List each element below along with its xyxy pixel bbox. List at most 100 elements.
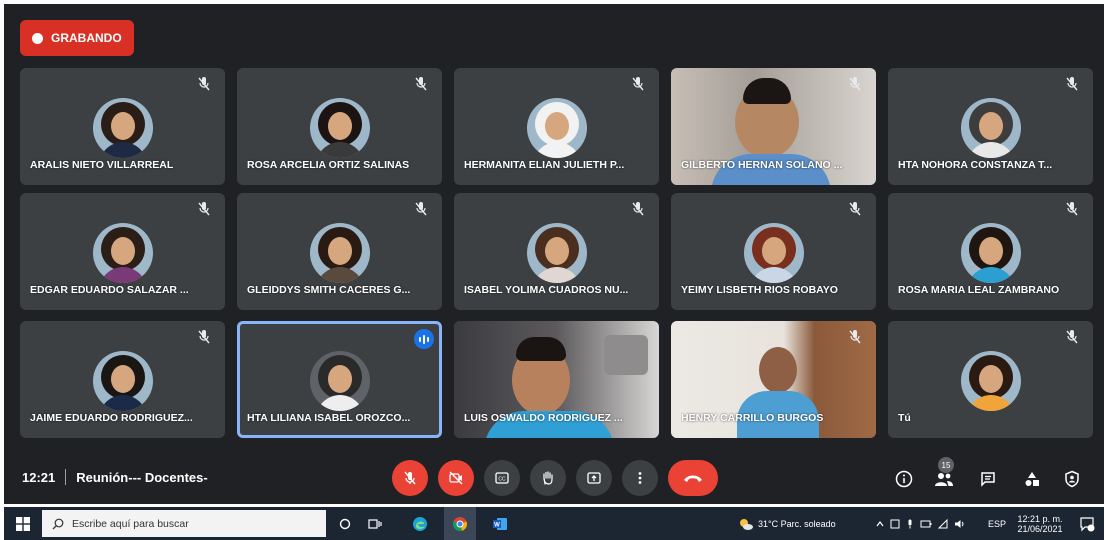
participant-tile[interactable]: HERMANITA ELIAN JULIETH P... [454, 68, 659, 185]
battery-icon [920, 520, 932, 527]
avatar-body [98, 267, 147, 283]
participants-button[interactable]: 15 [932, 457, 956, 491]
meeting-details-button[interactable] [892, 467, 916, 491]
participant-tile[interactable]: ARALIS NIETO VILLARREAL [20, 68, 225, 185]
taskbar-search-box[interactable]: Escribe aquí para buscar [42, 510, 326, 537]
weather-widget-icon[interactable] [736, 507, 756, 540]
participant-name: HTA NOHORA CONSTANZA T... [898, 159, 1053, 171]
start-button[interactable] [10, 507, 36, 540]
mic-off-icon [404, 471, 416, 485]
participant-tile[interactable]: HENRY CARRILLO BURGOS [671, 321, 876, 438]
muted-indicator [848, 201, 862, 217]
present-button[interactable] [576, 460, 612, 496]
participant-name: ARALIS NIETO VILLARREAL [30, 159, 174, 171]
edge-icon [413, 516, 427, 531]
participant-name: YEIMY LISBETH RIOS ROBAYO [681, 284, 838, 296]
network-icon [938, 518, 948, 528]
avatar-body [98, 395, 147, 411]
participant-tile[interactable]: EDGAR EDUARDO SALAZAR ... [20, 193, 225, 310]
avatar-face [327, 365, 352, 393]
participant-tile[interactable]: HTA NOHORA CONSTANZA T... [888, 68, 1093, 185]
participant-tile[interactable]: ISABEL YOLIMA CUADROS NU... [454, 193, 659, 310]
participant-tile[interactable]: LUIS OSWALDO RODRIGUEZ ... [454, 321, 659, 438]
windows-logo-icon [16, 516, 30, 531]
participant-avatar [92, 223, 153, 283]
participant-name: EDGAR EDUARDO SALAZAR ... [30, 284, 189, 296]
participant-tile[interactable]: GILBERTO HERNAN SOLANO ... [671, 68, 876, 185]
more-options-button[interactable] [622, 460, 658, 496]
search-placeholder: Escribe aquí para buscar [72, 517, 189, 530]
mic-off-icon [198, 202, 210, 216]
mic-off-icon [415, 77, 427, 91]
mic-off-icon [198, 330, 210, 344]
mic-off-icon [1066, 77, 1078, 91]
avatar-face [544, 237, 569, 265]
activities-button[interactable] [1020, 467, 1044, 491]
avatar-face [110, 365, 135, 393]
system-tray-icons[interactable] [866, 507, 976, 540]
participant-tile[interactable]: ROSA ARCELIA ORTIZ SALINAS [237, 68, 442, 185]
shield-icon [1065, 470, 1079, 488]
chrome-icon [453, 516, 467, 531]
participant-tile[interactable]: ROSA MARIA LEAL ZAMBRANO [888, 193, 1093, 310]
notifications-button[interactable] [1074, 507, 1100, 540]
muted-indicator [197, 201, 211, 217]
avatar-body [315, 395, 364, 411]
taskbar-clock[interactable]: 12:21 p. m. 21/06/2021 [1012, 507, 1068, 540]
muted-indicator [1065, 329, 1079, 345]
participant-tile[interactable]: YEIMY LISBETH RIOS ROBAYO [671, 193, 876, 310]
participant-tile[interactable]: HTA LILIANA ISABEL OROZCO... [237, 321, 442, 438]
task-view-button[interactable] [364, 507, 386, 540]
host-controls-button[interactable] [1060, 467, 1084, 491]
avatar-face [110, 112, 135, 140]
input-language[interactable]: ESP [984, 507, 1010, 540]
chrome-taskbar-icon[interactable] [444, 507, 476, 540]
present-icon [587, 472, 601, 484]
avatar-body [532, 142, 581, 158]
participant-avatar [92, 351, 153, 411]
participant-name: LUIS OSWALDO RODRIGUEZ ... [464, 412, 623, 424]
avatar-body [966, 142, 1015, 158]
more-vert-icon [638, 472, 642, 484]
mic-off-icon [849, 202, 861, 216]
avatar-body [749, 267, 798, 283]
mic-off-icon [1066, 330, 1078, 344]
meeting-time: 12:21 [22, 469, 56, 485]
participant-tile[interactable]: Tú [888, 321, 1093, 438]
mic-off-icon [849, 77, 861, 91]
hang-up-icon [684, 475, 702, 482]
avatar-body [315, 267, 364, 283]
captions-icon: CC [495, 472, 509, 484]
avatar-body [966, 267, 1015, 283]
avatar-face [327, 237, 352, 265]
avatar-face [110, 237, 135, 265]
word-icon: W [493, 517, 507, 530]
captions-button[interactable]: CC [484, 460, 520, 496]
mic-toggle-button[interactable] [392, 460, 428, 496]
muted-indicator [631, 76, 645, 92]
participant-video-hair [743, 78, 791, 104]
microphone-icon [908, 519, 912, 528]
word-taskbar-icon[interactable]: W [484, 507, 516, 540]
participants-count-badge: 15 [938, 457, 954, 473]
edge-taskbar-icon[interactable] [408, 507, 432, 540]
leave-call-button[interactable] [668, 460, 718, 496]
muted-indicator [197, 76, 211, 92]
recording-badge: GRABANDO [20, 20, 134, 56]
participant-tile[interactable]: JAIME EDUARDO RODRIGUEZ... [20, 321, 225, 438]
camera-toggle-button[interactable] [438, 460, 474, 496]
participant-tile[interactable]: GLEIDDYS SMITH CACERES G... [237, 193, 442, 310]
participant-name: HERMANITA ELIAN JULIETH P... [464, 159, 625, 171]
chat-button[interactable] [976, 467, 1000, 491]
participant-name: HENRY CARRILLO BURGOS [681, 412, 824, 424]
notification-icon [1080, 516, 1095, 531]
weather-text[interactable]: 31°C Parc. soleado [758, 507, 858, 540]
speaking-indicator-icon [414, 329, 434, 349]
participant-name: Tú [898, 412, 911, 424]
raise-hand-button[interactable] [530, 460, 566, 496]
cortana-button[interactable] [334, 507, 356, 540]
participant-avatar [309, 98, 370, 158]
circle-icon [339, 518, 351, 529]
participant-name: HTA LILIANA ISABEL OROZCO... [247, 412, 411, 424]
participant-avatar [92, 98, 153, 158]
